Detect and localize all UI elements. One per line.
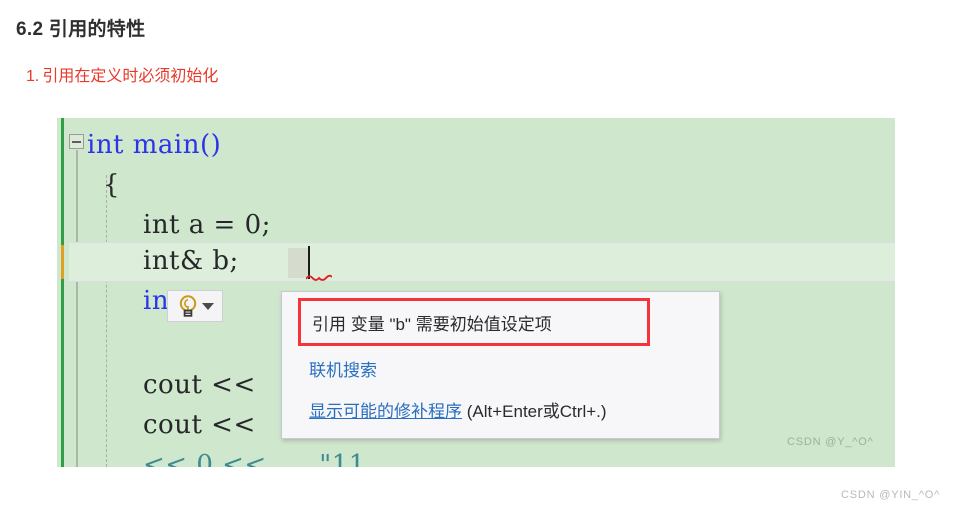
show-fixes-row: 显示可能的修补程序 (Alt+Enter或Ctrl+.) — [309, 397, 607, 422]
error-message-text: 引用 变量 "b" 需要初始值设定项 — [312, 314, 552, 334]
code-line-6: cout << — [143, 370, 256, 400]
code-line-7: cout << — [143, 410, 256, 440]
watermark-page: CSDN @YIN_^O^ — [841, 489, 941, 501]
quick-actions-button[interactable] — [167, 290, 223, 322]
token-cout-2: cout << — [143, 410, 256, 440]
show-potential-fixes-link[interactable]: 显示可能的修补程序 — [309, 402, 462, 421]
list-item-label: 引用在定义时必须初始化 — [42, 68, 219, 85]
list-item-marker: 1. — [26, 68, 40, 85]
list-item: 1. 引用在定义时必须初始化 — [26, 62, 218, 86]
show-fixes-shortcut: (Alt+Enter或Ctrl+.) — [462, 402, 607, 421]
token-cout-3: << 0 << "11 — [143, 450, 366, 467]
code-line-3: int a = 0; — [143, 210, 271, 240]
quick-actions-tooltip: 引用 变量 "b" 需要初始值设定项 联机搜索 显示可能的修补程序 (Alt+E… — [281, 291, 720, 439]
identifier-highlight-box — [288, 248, 308, 278]
online-search-link[interactable]: 联机搜索 — [309, 356, 377, 381]
error-squiggle-icon — [306, 274, 332, 281]
code-line-2: { — [103, 170, 121, 200]
error-message-box: 引用 变量 "b" 需要初始值设定项 — [298, 298, 650, 346]
collapse-minus-icon[interactable] — [69, 134, 84, 149]
page-title: 6.2 引用的特性 — [16, 19, 146, 40]
change-bar-saved — [61, 118, 64, 467]
watermark-inner: CSDN @Y_^O^ — [787, 436, 874, 448]
code-line-4: int& b; — [143, 246, 239, 276]
code-line-8: << 0 << "11 — [143, 450, 366, 467]
outlining-guide — [76, 150, 78, 467]
token-cout-1: cout << — [143, 370, 256, 400]
chevron-down-icon[interactable] — [201, 302, 214, 310]
token-keyword-int: int main() — [87, 130, 222, 160]
lightbulb-icon — [179, 295, 196, 317]
code-line-1: int main() — [87, 130, 221, 160]
code-editor-screenshot: int main() { int a = 0; int& b; int cout… — [57, 118, 895, 467]
indent-guide — [106, 175, 107, 467]
change-bar-unsaved — [61, 245, 64, 279]
